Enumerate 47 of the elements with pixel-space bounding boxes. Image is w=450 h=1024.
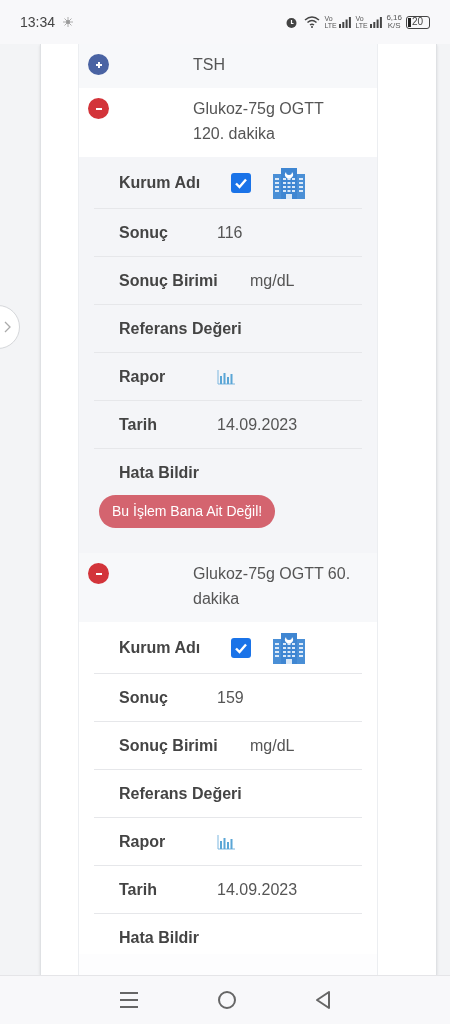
wifi-icon <box>304 16 321 28</box>
field-label: Sonuç <box>119 688 168 706</box>
field-label: Rapor <box>119 832 166 850</box>
field-value: 14.09.2023 <box>217 414 298 435</box>
field-label: Hata Bildir <box>119 929 199 946</box>
field-label: Kurum Adı <box>119 638 201 656</box>
test-header[interactable]: Glukoz-75g OGTT 60. dakika <box>79 553 377 622</box>
field-label: Referans Değeri <box>119 319 242 337</box>
signal-icon <box>370 16 383 28</box>
field-value: 14.09.2023 <box>217 879 298 900</box>
field-label: Sonuç <box>119 223 168 241</box>
back-icon[interactable] <box>315 990 331 1010</box>
field-label: Rapor <box>119 367 166 385</box>
test-name: Glukoz-75g OGTT 60. dakika <box>193 564 352 609</box>
test-name: Glukoz-75g OGTT 120. dakika <box>193 99 325 144</box>
field-label: Hata Bildir <box>119 464 199 481</box>
collapse-icon[interactable] <box>88 563 109 584</box>
field-label: Referans Değeri <box>119 784 242 802</box>
field-value: 159 <box>217 687 244 708</box>
speed-unit: K/S <box>387 22 401 30</box>
test-name: TSH <box>193 55 226 75</box>
clock: 13:34 <box>20 12 56 32</box>
battery-indicator: 20 <box>406 15 430 29</box>
bar-chart-icon[interactable] <box>217 833 236 850</box>
test-header[interactable]: TSH <box>79 44 377 88</box>
checkbox[interactable] <box>231 637 251 658</box>
checkbox[interactable] <box>231 172 251 193</box>
collapse-icon[interactable] <box>88 98 109 119</box>
field-value: mg/dL <box>250 735 295 756</box>
field-value: 116 <box>217 222 243 243</box>
report-error-button[interactable]: Bu İşlem Bana Ait Değil! <box>99 495 276 528</box>
speed-value: 6,16 <box>386 14 402 22</box>
field-label: Tarih <box>119 415 157 433</box>
field-label: Sonuç Birimi <box>119 736 218 754</box>
field-label: Sonuç Birimi <box>119 271 218 289</box>
expand-icon[interactable] <box>88 54 109 75</box>
sun-icon <box>63 17 74 27</box>
menu-icon[interactable] <box>119 991 139 1009</box>
field-value: mg/dL <box>250 270 295 291</box>
alarm-icon <box>285 15 299 29</box>
chevron-right-icon <box>4 321 11 333</box>
signal-icon <box>339 16 352 28</box>
home-icon[interactable] <box>217 990 237 1010</box>
building-icon <box>272 630 306 665</box>
field-label: Tarih <box>119 880 157 898</box>
building-icon <box>272 165 306 200</box>
field-label: Kurum Adı <box>119 173 201 191</box>
